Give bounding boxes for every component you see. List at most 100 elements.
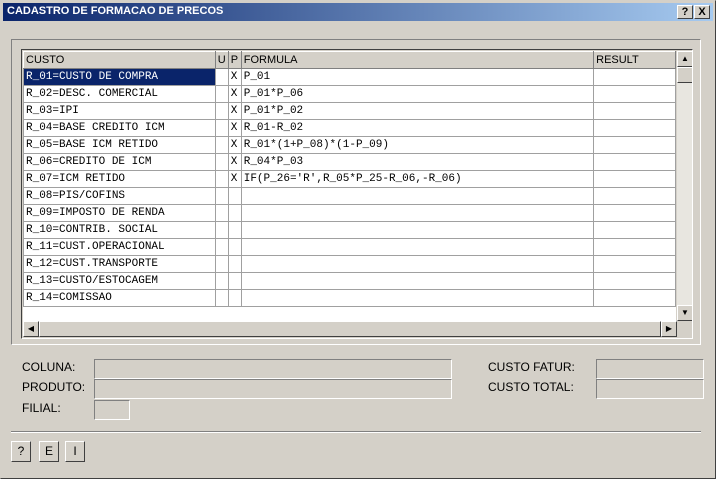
custo-fatur-field[interactable] bbox=[596, 359, 704, 379]
cell-p[interactable]: X bbox=[227, 153, 242, 171]
table-row[interactable]: R_05=BASE ICM RETIDO X R_01*(1+P_08)*(1-P_… bbox=[23, 136, 676, 154]
table-row[interactable]: R_13=CUSTO/ESTOCAGEM bbox=[23, 272, 676, 290]
cell-custo[interactable]: R_05=BASE ICM RETIDO bbox=[23, 136, 216, 154]
cell-custo[interactable]: R_14=COMISSAO bbox=[23, 289, 216, 307]
cell-custo[interactable]: R_02=DESC. COMERCIAL bbox=[23, 85, 216, 103]
cell-result[interactable] bbox=[593, 85, 676, 103]
cell-custo[interactable]: R_12=CUST.TRANSPORTE bbox=[23, 255, 216, 273]
cell-custo[interactable]: R_01=CUSTO DE COMPRA bbox=[23, 68, 216, 86]
cell-u[interactable] bbox=[214, 204, 229, 222]
scroll-left-icon[interactable]: ◀ bbox=[23, 321, 39, 337]
cell-custo[interactable]: R_04=BASE CREDITO ICM bbox=[23, 119, 216, 137]
cell-u[interactable] bbox=[214, 238, 229, 256]
cell-u[interactable] bbox=[214, 170, 229, 188]
cell-p[interactable] bbox=[227, 204, 242, 222]
cell-result[interactable] bbox=[593, 170, 676, 188]
cell-result[interactable] bbox=[593, 102, 676, 120]
cell-custo[interactable]: R_11=CUST.OPERACIONAL bbox=[23, 238, 216, 256]
cell-formula[interactable] bbox=[240, 255, 595, 273]
table-row[interactable]: R_09=IMPOSTO DE RENDA bbox=[23, 204, 676, 222]
table-row[interactable]: R_04=BASE CREDITO ICM X R_01-R_02 bbox=[23, 119, 676, 137]
column-header-formula[interactable]: FORMULA bbox=[240, 51, 595, 69]
table-row[interactable]: R_02=DESC. COMERCIAL X P_01*P_06 bbox=[23, 85, 676, 103]
cell-u[interactable] bbox=[214, 68, 229, 86]
column-header-p[interactable]: P bbox=[227, 51, 242, 69]
cell-custo[interactable]: R_08=PIS/COFINS bbox=[23, 187, 216, 205]
scroll-down-icon[interactable]: ▼ bbox=[677, 305, 692, 321]
i-button[interactable]: I bbox=[65, 441, 85, 462]
coluna-field[interactable] bbox=[94, 359, 452, 379]
table-row[interactable]: R_01=CUSTO DE COMPRA X P_01 bbox=[23, 68, 676, 86]
produto-field[interactable] bbox=[94, 379, 452, 399]
cell-formula[interactable] bbox=[240, 221, 595, 239]
help-button[interactable]: ? bbox=[11, 441, 31, 462]
column-header-result[interactable]: RESULT bbox=[593, 51, 676, 69]
cell-custo[interactable]: R_03=IPI bbox=[23, 102, 216, 120]
cell-result[interactable] bbox=[593, 187, 676, 205]
cell-formula[interactable]: R_01-R_02 bbox=[240, 119, 595, 137]
cell-custo[interactable]: R_09=IMPOSTO DE RENDA bbox=[23, 204, 216, 222]
cell-result[interactable] bbox=[593, 255, 676, 273]
cell-u[interactable] bbox=[214, 272, 229, 290]
horizontal-scroll-thumb[interactable] bbox=[39, 321, 661, 337]
cell-result[interactable] bbox=[593, 289, 676, 307]
filial-field[interactable] bbox=[94, 400, 130, 420]
cell-result[interactable] bbox=[593, 136, 676, 154]
cell-result[interactable] bbox=[593, 272, 676, 290]
table-row[interactable]: R_10=CONTRIB. SOCIAL bbox=[23, 221, 676, 239]
table-row[interactable]: R_06=CREDITO DE ICM X R_04*P_03 bbox=[23, 153, 676, 171]
table-row[interactable]: R_07=ICM RETIDO X IF(P_26='R',R_05*P_25-R_… bbox=[23, 170, 676, 188]
cell-u[interactable] bbox=[214, 136, 229, 154]
cell-formula[interactable] bbox=[240, 187, 595, 205]
table-row[interactable]: R_08=PIS/COFINS bbox=[23, 187, 676, 205]
cell-result[interactable] bbox=[593, 204, 676, 222]
e-button[interactable]: E bbox=[39, 441, 59, 462]
cell-p[interactable] bbox=[227, 187, 242, 205]
cell-custo[interactable]: R_10=CONTRIB. SOCIAL bbox=[23, 221, 216, 239]
cost-grid[interactable]: CUSTO U P FORMULA RESULT R_01=CUSTO DE C… bbox=[23, 51, 676, 321]
cell-formula[interactable] bbox=[240, 204, 595, 222]
table-row[interactable]: R_12=CUST.TRANSPORTE bbox=[23, 255, 676, 273]
cell-p[interactable]: X bbox=[227, 170, 242, 188]
table-row[interactable]: R_14=COMISSAO bbox=[23, 289, 676, 307]
vertical-scroll-thumb[interactable] bbox=[677, 67, 692, 83]
cell-formula[interactable]: R_01*(1+P_08)*(1-P_09) bbox=[240, 136, 595, 154]
cell-formula[interactable] bbox=[240, 289, 595, 307]
horizontal-scrollbar[interactable]: ◀ ▶ bbox=[23, 321, 677, 337]
cell-p[interactable]: X bbox=[227, 85, 242, 103]
cell-u[interactable] bbox=[214, 255, 229, 273]
table-row[interactable]: R_03=IPI X P_01*P_02 bbox=[23, 102, 676, 120]
cell-p[interactable]: X bbox=[227, 136, 242, 154]
vertical-scrollbar[interactable]: ▲ ▼ bbox=[677, 51, 692, 321]
scroll-up-icon[interactable]: ▲ bbox=[677, 51, 692, 67]
table-row[interactable]: R_11=CUST.OPERACIONAL bbox=[23, 238, 676, 256]
cell-u[interactable] bbox=[214, 119, 229, 137]
cell-u[interactable] bbox=[214, 153, 229, 171]
close-button[interactable]: X bbox=[694, 5, 710, 19]
cell-result[interactable] bbox=[593, 238, 676, 256]
cell-custo[interactable]: R_07=ICM RETIDO bbox=[23, 170, 216, 188]
cell-result[interactable] bbox=[593, 221, 676, 239]
cell-custo[interactable]: R_13=CUSTO/ESTOCAGEM bbox=[23, 272, 216, 290]
title-bar[interactable]: CADASTRO DE FORMACAO DE PRECOS ? X bbox=[3, 3, 713, 21]
help-title-button[interactable]: ? bbox=[677, 5, 693, 19]
cell-p[interactable]: X bbox=[227, 102, 242, 120]
cell-p[interactable] bbox=[227, 272, 242, 290]
cell-result[interactable] bbox=[593, 119, 676, 137]
cell-formula[interactable] bbox=[240, 272, 595, 290]
custo-total-field[interactable] bbox=[596, 379, 704, 399]
column-header-u[interactable]: U bbox=[214, 51, 229, 69]
cell-formula[interactable]: R_04*P_03 bbox=[240, 153, 595, 171]
cell-u[interactable] bbox=[214, 102, 229, 120]
scroll-right-icon[interactable]: ▶ bbox=[661, 321, 677, 337]
cell-u[interactable] bbox=[214, 187, 229, 205]
cell-result[interactable] bbox=[593, 153, 676, 171]
cell-formula[interactable]: P_01*P_06 bbox=[240, 85, 595, 103]
cell-u[interactable] bbox=[214, 85, 229, 103]
cell-u[interactable] bbox=[214, 289, 229, 307]
cell-result[interactable] bbox=[593, 68, 676, 86]
cell-formula[interactable]: P_01*P_02 bbox=[240, 102, 595, 120]
cell-u[interactable] bbox=[214, 221, 229, 239]
column-header-custo[interactable]: CUSTO bbox=[23, 51, 216, 69]
cell-p[interactable]: X bbox=[227, 68, 242, 86]
